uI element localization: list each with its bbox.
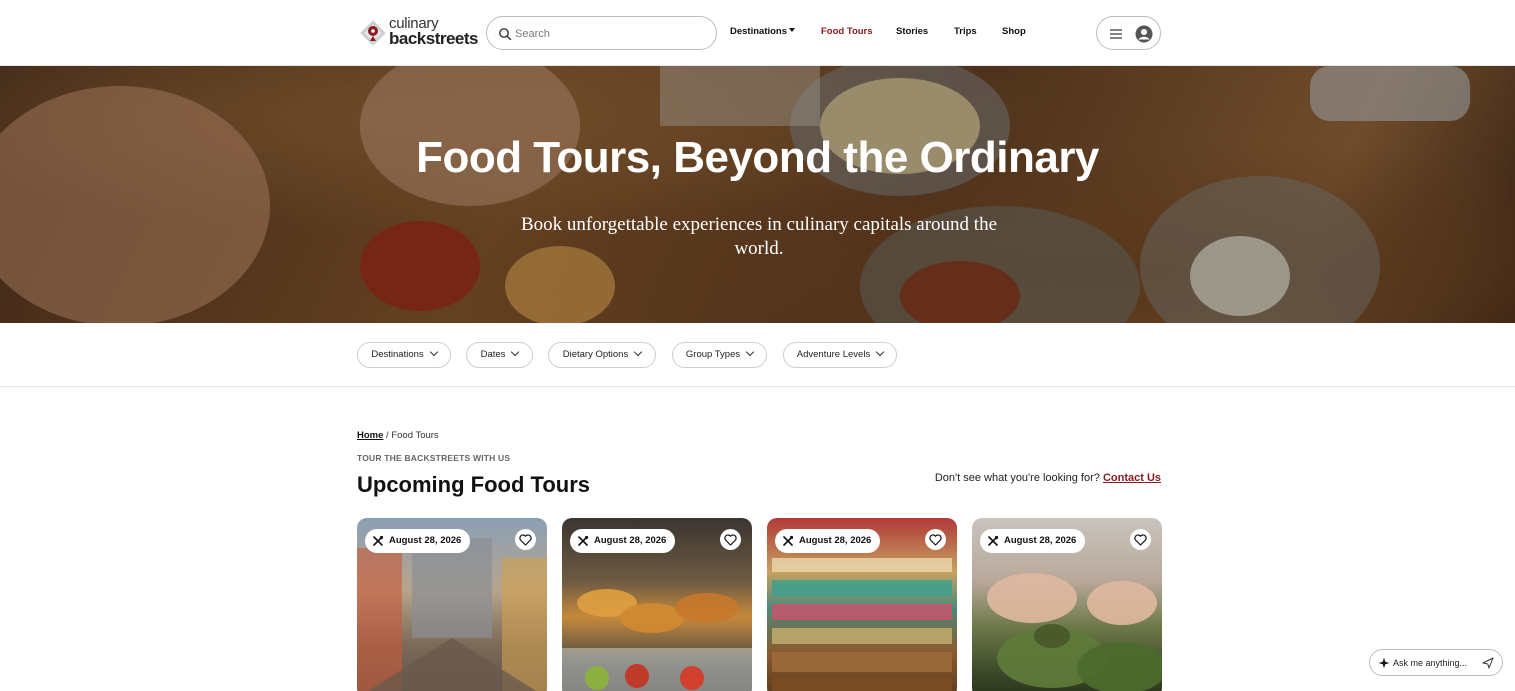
- logo-line2: backstreets: [389, 29, 479, 48]
- breadcrumb-current: Food Tours: [391, 430, 439, 441]
- filter-bar: Destinations Dates Dietary Options Group…: [0, 323, 1515, 387]
- utensils-icon: [988, 535, 999, 546]
- hero-subtitle: Book unforgettable experiences in culina…: [520, 214, 998, 259]
- chat-placeholder: Ask me anything...: [1393, 658, 1468, 668]
- contact-us-link[interactable]: Contact Us: [1103, 472, 1161, 484]
- filter-dietary-options[interactable]: Dietary Options: [548, 342, 656, 368]
- account-menu-button[interactable]: [1096, 16, 1161, 50]
- site-logo[interactable]: culinary backstreets: [358, 14, 479, 54]
- tour-date-badge: August 28, 2026: [775, 529, 881, 553]
- heart-icon: [724, 534, 737, 546]
- nav-food-tours[interactable]: Food Tours: [821, 26, 873, 37]
- filter-group-types[interactable]: Group Types: [672, 342, 767, 368]
- nav-shop[interactable]: Shop: [1002, 26, 1026, 37]
- utensils-icon: [578, 535, 589, 546]
- caret-down-icon: [789, 28, 796, 33]
- filter-destinations[interactable]: Destinations: [357, 342, 451, 368]
- logo-wordmark: culinary backstreets: [389, 16, 479, 48]
- favorite-button[interactable]: [1130, 529, 1151, 550]
- chevron-down-icon: [745, 347, 755, 357]
- chevron-down-icon: [875, 347, 885, 357]
- search-box[interactable]: [486, 16, 717, 50]
- filter-group-label: Group Types: [685, 349, 741, 360]
- tour-date-badge: August 28, 2026: [365, 529, 471, 553]
- heart-icon: [929, 534, 942, 546]
- hero-title: Food Tours, Beyond the Ordinary: [416, 133, 1099, 182]
- nav-destinations[interactable]: Destinations: [730, 26, 796, 37]
- contact-prompt: Don't see what you're looking for? Conta…: [935, 472, 1161, 484]
- breadcrumb-separator: /: [386, 430, 389, 441]
- send-icon: [1482, 657, 1494, 669]
- filter-dates[interactable]: Dates: [466, 342, 533, 368]
- tour-date: August 28, 2026: [594, 535, 667, 546]
- tour-card[interactable]: August 28, 2026: [767, 518, 957, 691]
- breadcrumb: Home / Food Tours: [357, 430, 439, 441]
- utensils-icon: [373, 535, 384, 546]
- tour-date-badge: August 28, 2026: [980, 529, 1086, 553]
- sparkle-icon: [1378, 657, 1390, 669]
- site-header: culinary backstreets Destinations Food T…: [0, 0, 1515, 66]
- tour-card[interactable]: August 28, 2026: [562, 518, 752, 691]
- filter-dates-label: Dates: [480, 349, 506, 360]
- chevron-down-icon: [633, 347, 643, 357]
- contact-prompt-text: Don't see what you're looking for?: [934, 472, 1100, 484]
- filter-adventure-levels[interactable]: Adventure Levels: [783, 342, 897, 368]
- chevron-down-icon: [429, 347, 438, 357]
- favorite-button[interactable]: [925, 529, 946, 550]
- nav-destinations-label: Destinations: [730, 26, 788, 37]
- heart-icon: [519, 534, 532, 546]
- search-icon: [499, 28, 512, 41]
- chevron-down-icon: [511, 347, 520, 357]
- filter-dietary-label: Dietary Options: [562, 349, 629, 360]
- nav-stories[interactable]: Stories: [896, 26, 928, 37]
- heart-icon: [1134, 534, 1147, 546]
- logo-mark-icon: [360, 20, 386, 46]
- tour-card[interactable]: August 28, 2026: [972, 518, 1162, 691]
- nav-trips[interactable]: Trips: [954, 26, 977, 37]
- hero-banner: Food Tours, Beyond the Ordinary Book unf…: [0, 66, 1515, 323]
- hero-overlay: [0, 66, 1515, 323]
- section-title: Upcoming Food Tours: [357, 472, 591, 497]
- favorite-button[interactable]: [720, 529, 741, 550]
- section-eyebrow: TOUR THE BACKSTREETS WITH US: [357, 453, 511, 463]
- breadcrumb-home-link[interactable]: Home: [357, 430, 383, 441]
- tour-card[interactable]: August 28, 2026: [357, 518, 547, 691]
- tour-date: August 28, 2026: [389, 535, 462, 546]
- tour-date: August 28, 2026: [1004, 535, 1077, 546]
- user-account-icon: [1135, 25, 1153, 43]
- utensils-icon: [783, 535, 794, 546]
- hamburger-menu-icon: [1110, 29, 1122, 39]
- favorite-button[interactable]: [515, 529, 536, 550]
- filter-adventure-label: Adventure Levels: [796, 349, 871, 360]
- tour-date: August 28, 2026: [799, 535, 872, 546]
- filter-destinations-label: Destinations: [371, 349, 424, 360]
- ai-chat-widget[interactable]: Ask me anything...: [1369, 649, 1503, 676]
- search-input[interactable]: [515, 24, 705, 44]
- tour-date-badge: August 28, 2026: [570, 529, 676, 553]
